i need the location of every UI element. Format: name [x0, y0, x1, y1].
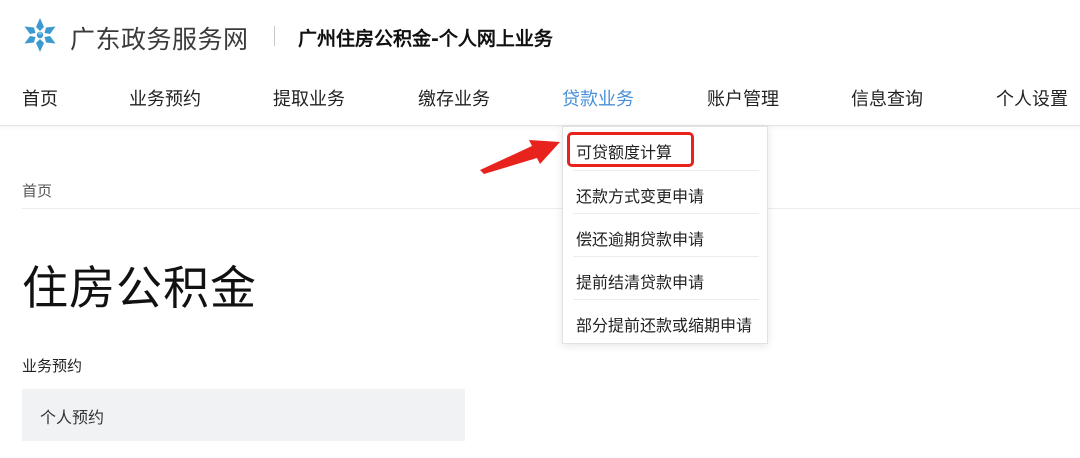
nav-item-loan[interactable]: 贷款业务 [562, 85, 634, 111]
menu-separator [573, 213, 759, 214]
breadcrumb[interactable]: 首页 [22, 180, 52, 201]
nav-item-account[interactable]: 账户管理 [707, 85, 779, 111]
page-title: 住房公积金 [22, 261, 257, 315]
menu-item-partial-prepayment[interactable]: 部分提前还款或缩期申请 [576, 312, 756, 336]
header-divider [274, 26, 275, 46]
section-label: 业务预约 [22, 357, 83, 375]
menu-separator [573, 299, 759, 300]
nav-item-query[interactable]: 信息查询 [851, 85, 923, 111]
red-arrow-annotation [480, 140, 560, 174]
nav-item-deposit[interactable]: 缴存业务 [418, 85, 490, 111]
header: 广东政务服务网 广州住房公积金-个人网上业务 [0, 0, 1080, 72]
menu-item-loan-amount-calc[interactable]: 可贷额度计算 [576, 139, 756, 163]
menu-item-early-settlement[interactable]: 提前结清贷款申请 [576, 269, 756, 293]
snowflake-logo-icon[interactable] [22, 17, 58, 53]
site-title[interactable]: 广州住房公积金-个人网上业务 [298, 24, 553, 51]
breadcrumb-divider [22, 208, 1080, 209]
menu-separator [573, 256, 759, 257]
nav-item-settings[interactable]: 个人设置 [996, 85, 1068, 111]
personal-appointment-label: 个人预约 [40, 408, 105, 427]
nav-item-withdrawal[interactable]: 提取业务 [273, 85, 345, 111]
personal-appointment-item[interactable]: 个人预约 [22, 389, 465, 441]
menu-item-overdue-repayment[interactable]: 偿还逾期贷款申请 [576, 226, 756, 250]
menu-separator [573, 170, 759, 171]
loan-dropdown-menu: 可贷额度计算 还款方式变更申请 偿还逾期贷款申请 提前结清贷款申请 部分提前还款… [562, 126, 768, 344]
main-nav: 首页 业务预约 提取业务 缴存业务 贷款业务 账户管理 信息查询 个人设置 [0, 72, 1080, 126]
brand-name[interactable]: 广东政务服务网 [70, 20, 249, 56]
menu-item-repayment-change[interactable]: 还款方式变更申请 [576, 183, 756, 207]
nav-item-appointment[interactable]: 业务预约 [129, 85, 201, 111]
nav-item-home[interactable]: 首页 [22, 85, 58, 111]
